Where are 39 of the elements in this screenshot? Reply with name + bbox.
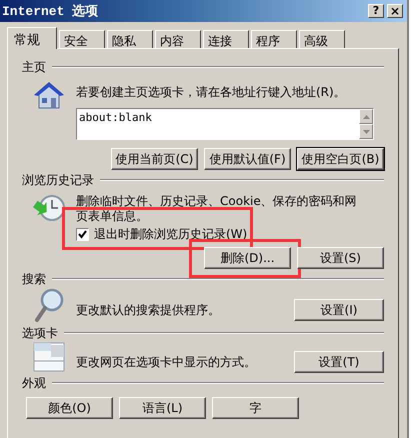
button[interactable]: 设置(S): [297, 247, 384, 269]
close-button[interactable]: ×: [387, 4, 403, 18]
group-heading: 外观: [22, 374, 46, 392]
tabs-icon: [32, 341, 66, 373]
tab[interactable]: 常规: [7, 27, 57, 49]
button[interactable]: 使用空白页(B): [297, 148, 384, 170]
description-text: 若要创建主页选项卡，请在各地址行键入地址(R)。: [76, 85, 347, 100]
button[interactable]: 删除(D)...: [204, 247, 291, 269]
description-text: 删除临时文件、历史记录、Cookie、保存的密码和网页表单信息。: [76, 194, 358, 224]
magnifier-icon: [32, 287, 66, 323]
button[interactable]: 字: [212, 397, 299, 419]
button[interactable]: 颜色(O): [26, 397, 113, 419]
button[interactable]: 设置(T): [294, 351, 384, 373]
tab[interactable]: 内容: [155, 30, 201, 48]
group-heading: 主页: [22, 58, 46, 76]
tab[interactable]: 高级: [299, 30, 345, 48]
tab[interactable]: 隐私: [107, 30, 153, 48]
tab[interactable]: 安全: [59, 30, 105, 48]
scroll-up-button[interactable]: [359, 109, 373, 124]
group-heading: 搜索: [22, 270, 46, 288]
button[interactable]: 使用当前页(C): [111, 148, 198, 170]
tab[interactable]: 连接: [203, 30, 249, 48]
caret-up-icon: [362, 114, 370, 118]
tab[interactable]: 程序: [251, 30, 297, 48]
description-text: 更改默认的搜索提供程序。: [76, 302, 220, 318]
button[interactable]: 语言(L): [119, 397, 206, 419]
group-heading: 浏览历史记录: [22, 172, 94, 188]
help-button[interactable]: ?: [368, 4, 384, 18]
house-icon: [32, 79, 66, 111]
caret-down-icon: [362, 130, 370, 134]
button[interactable]: 使用默认值(F): [204, 148, 291, 170]
address-field[interactable]: about:blank: [76, 108, 374, 140]
scroll-down-button[interactable]: [359, 124, 373, 139]
description-text: 更改网页在选项卡中显示的方式。: [76, 354, 256, 370]
group-heading: 选项卡: [22, 324, 58, 342]
clock-icon: [32, 192, 66, 224]
window-title: Internet 选项: [2, 3, 100, 20]
button[interactable]: 设置(I): [294, 299, 384, 321]
checkbox[interactable]: [76, 228, 89, 241]
